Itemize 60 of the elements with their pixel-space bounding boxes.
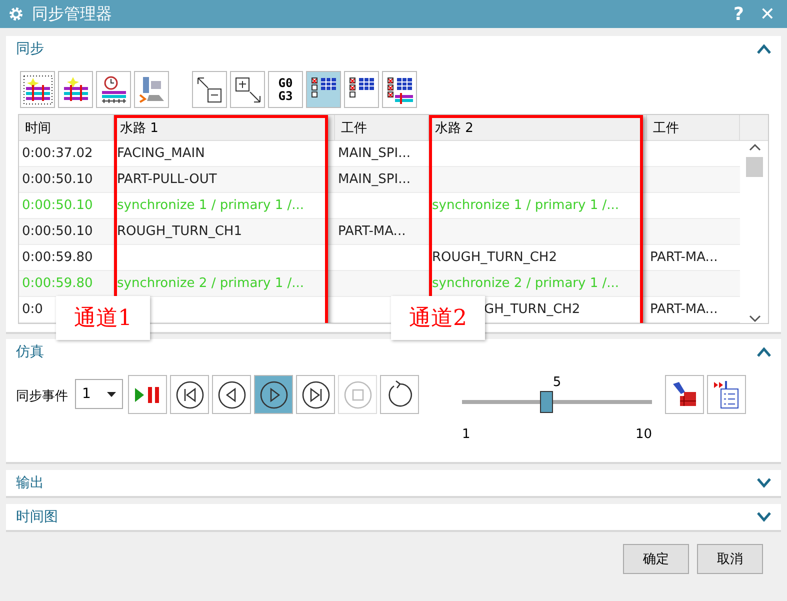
channel-callout: 通道1 xyxy=(56,296,150,340)
dialog-button[interactable]: 确定 xyxy=(623,544,689,574)
expand-chevron-icon[interactable] xyxy=(757,478,771,488)
table-cell: MAIN_SPI... xyxy=(335,167,429,193)
window-title: 同步管理器 xyxy=(32,4,113,24)
collapse-box-icon xyxy=(194,74,224,104)
expand-chevron-icon[interactable] xyxy=(757,512,771,522)
toolbar-button[interactable] xyxy=(58,71,93,108)
panel-title[interactable]: 同步 xyxy=(16,40,44,58)
event-dropdown[interactable]: 1 xyxy=(75,379,123,409)
run-list-icon xyxy=(712,380,742,410)
playback-button[interactable] xyxy=(380,375,419,414)
event-label: 同步事件 xyxy=(16,388,68,405)
toolbar-button[interactable] xyxy=(344,71,379,108)
toolbar-button[interactable] xyxy=(192,71,227,108)
toolbar-button[interactable]: G0 G3 xyxy=(268,71,303,108)
skip-end-icon xyxy=(300,380,330,410)
table-cell: 0:00:59.80 xyxy=(19,271,114,297)
playback-button[interactable] xyxy=(296,375,335,414)
panel-title[interactable]: 输出 xyxy=(16,474,44,492)
machine-icon xyxy=(136,74,166,104)
playback-button[interactable] xyxy=(254,375,293,414)
toolbar-button[interactable] xyxy=(96,71,131,108)
header-filler xyxy=(740,115,768,141)
dialog-button[interactable]: 取消 xyxy=(697,544,763,574)
collapse-chevron-icon[interactable] xyxy=(757,347,771,357)
expand-box-icon xyxy=(232,74,262,104)
slider-value: 5 xyxy=(552,375,562,391)
tool-button[interactable] xyxy=(707,375,746,414)
channel-callout: 通道2 xyxy=(391,296,485,340)
step-back-icon xyxy=(216,380,246,410)
toolbar-button[interactable] xyxy=(20,71,55,108)
play-icon xyxy=(258,380,288,410)
column-header[interactable]: 时间 xyxy=(19,115,114,141)
speed-slider[interactable] xyxy=(462,391,652,413)
tool-button[interactable] xyxy=(665,375,704,414)
settings-icon xyxy=(8,6,24,22)
playback-button[interactable] xyxy=(212,375,251,414)
table-cell: 0:00:50.10 xyxy=(19,219,114,245)
column-header[interactable]: 工件 xyxy=(335,115,429,141)
toolbar-button[interactable] xyxy=(230,71,265,108)
checklist-table-icon xyxy=(384,74,414,104)
collapse-chevron-icon[interactable] xyxy=(757,44,771,54)
table-cell: 0:00:50.10 xyxy=(19,167,114,193)
dropdown-caret-icon xyxy=(107,392,116,396)
stop-icon xyxy=(342,380,372,410)
table-cell: PART-MA... xyxy=(335,219,429,245)
skip-start-icon xyxy=(174,380,204,410)
column-header[interactable]: 工件 xyxy=(647,115,740,141)
scroll-up-icon xyxy=(748,143,760,151)
panel-title[interactable]: 时间图 xyxy=(16,508,58,526)
scroll-down-icon xyxy=(748,315,760,323)
slider-thumb[interactable] xyxy=(540,391,554,413)
toolbar-button[interactable] xyxy=(382,71,417,108)
scrollbar-thumb[interactable] xyxy=(746,157,763,177)
slider-max: 10 xyxy=(635,427,652,442)
toolbar-button[interactable] xyxy=(306,71,341,108)
panel-title[interactable]: 仿真 xyxy=(16,343,44,361)
playback-button[interactable] xyxy=(170,375,209,414)
slider-min: 1 xyxy=(462,427,470,442)
